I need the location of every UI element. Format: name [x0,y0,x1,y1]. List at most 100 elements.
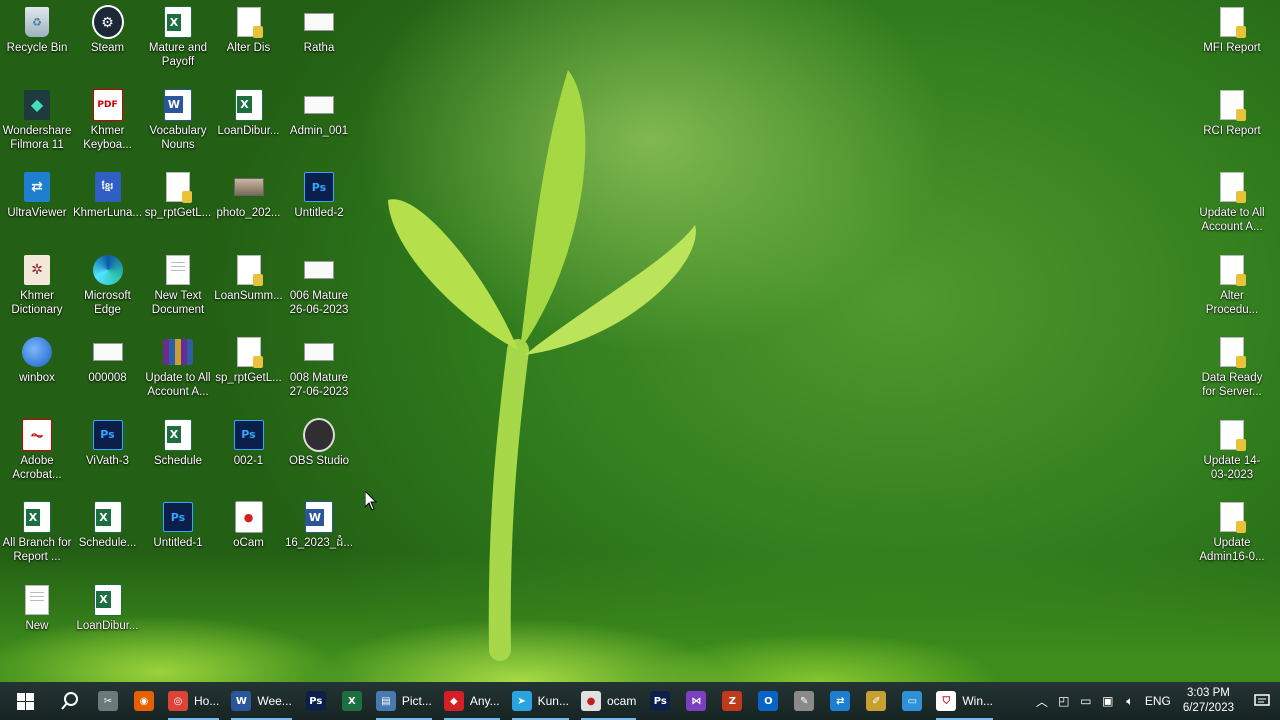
sql-file-icon [162,171,194,203]
network-icon[interactable]: ▣ [1097,682,1119,720]
desktop-icon-label: Update to All Account A... [1199,207,1265,233]
desktop-icon[interactable]: LoanSumm... [213,254,285,303]
taskbar-app-button[interactable]: Z [714,682,750,720]
taskbar-app-button[interactable]: ✎ [786,682,822,720]
steam-icon: ⚙ [91,5,124,39]
desktop-icon[interactable]: sp_rptGetL... [213,336,285,385]
desktop-icon[interactable]: X Schedule [142,418,214,468]
desktop-icon[interactable]: PDF Khmer Keyboa... [72,88,144,152]
edge-icon [92,254,124,286]
desktop-icon[interactable]: New [1,584,73,633]
desktop-icon[interactable]: Alter Procedu... [1196,254,1268,317]
taskbar-app-button[interactable]: ▭ [894,682,930,720]
desktop-icon[interactable]: ◆ Wondershare Filmora 11 [1,89,73,152]
taskbar-app-button[interactable]: ◆ Any... [438,682,506,720]
desktop-icon-label: Alter Dis [226,42,271,54]
desktop-icon[interactable]: ♻ Recycle Bin [1,6,73,55]
desktop-icon[interactable]: Update to All Account A... [1196,171,1268,234]
paint-icon: ✐ [866,691,887,711]
clock[interactable]: 3:03 PM 6/27/2023 [1183,682,1234,720]
desktop-icon[interactable]: X All Branch for Report ... [1,501,73,564]
desktop-icon[interactable]: New Text Document [142,254,214,317]
desktop-icon[interactable]: RCI Report [1196,89,1268,138]
desktop-icon-label: Untitled-1 [153,537,203,549]
taskbar-app-button[interactable]: ➤ Kun... [506,682,575,720]
language-indicator[interactable]: ENG [1141,682,1175,720]
desktop-icon-label: Khmer Dictionary [11,289,63,316]
taskbar-app-button[interactable]: ✐ [858,682,894,720]
desktop-icon[interactable]: Ps ViVath-3 [72,419,144,468]
taskbar-app-button[interactable]: ⇄ [822,682,858,720]
winbox-icon [21,336,53,368]
battery-icon[interactable]: ▭ [1075,682,1097,720]
desktop-icon[interactable]: X Mature and Payoff [142,6,214,69]
desktop-icon-label: Untitled-2 [294,207,344,219]
desktop-icon[interactable]: ⚙ Steam [72,5,144,55]
show-hidden-icons-button[interactable]: ︿ [1031,682,1053,720]
desktop-icon[interactable]: Data Ready for Server... [1196,336,1268,399]
desktop-icon[interactable]: W 16_2023_ដំ... [283,501,355,550]
excel-file-icon: X [21,501,53,533]
desktop-icon[interactable]: ⇄ UltraViewer [1,171,73,220]
desktop-icon[interactable]: photo_202... [213,171,285,220]
desktop-icon[interactable]: Update to All Account A... [142,336,214,399]
desktop-icon[interactable]: Microsoft Edge [72,254,144,317]
sql-file-icon [1216,419,1248,451]
desktop-icon[interactable]: ✲ Khmer Dictionary [1,254,73,317]
desktop-icon[interactable]: MFI Report [1196,6,1268,55]
desktop-icon[interactable]: ⏦ Adobe Acrobat... [1,418,73,482]
taskbar-app-button[interactable]: ◉ [126,682,162,720]
desktop-icon[interactable]: Ps Untitled-1 [142,501,214,550]
desktop-icon-label: oCam [233,537,264,549]
desktop-icon[interactable]: Admin_001 [283,89,355,138]
photoshop-file-icon: Ps [162,501,194,533]
snipping-tool-icon: ✂ [98,691,118,711]
chrome-icon: ◎ [168,691,188,711]
desktop-icon-label: 008 Mature 27-06-2023 [289,372,349,398]
taskbar-app-button[interactable]: W Wee... [225,682,297,720]
photoshop-icon: Ps [305,691,326,711]
taskbar-app-button[interactable]: O [750,682,786,720]
desktop-icon[interactable]: Ratha [283,6,355,55]
desktop-icon[interactable]: ● oCam [213,501,285,550]
clock-date: 6/27/2023 [1182,702,1234,714]
desktop-icon[interactable]: Ps 002-1 [213,419,285,468]
desktop-icon-label: sp_rptGetL... [215,372,282,384]
desktop-icon[interactable]: 006 Mature 26-06-2023 [283,254,355,317]
start-button[interactable] [0,682,50,720]
tray-meet-icon[interactable]: ◰ [1053,682,1075,720]
desktop-icon[interactable]: ខ្មែរ KhmerLuna... [72,171,144,220]
sql-file-icon [1216,89,1248,121]
desktop-icon[interactable]: winbox [1,336,73,385]
blank-file-icon [303,89,335,121]
desktop-icon[interactable]: OBS Studio [283,417,355,468]
search-button[interactable] [50,682,90,720]
desktop-icon[interactable]: sp_rptGetL... [142,171,214,220]
taskbar-app-button[interactable]: ⛉ Win... [930,682,999,720]
desktop-icon-label: Admin_001 [289,124,349,137]
taskbar-app-button[interactable]: Ps [298,682,334,720]
taskbar-app-button[interactable]: X [334,682,370,720]
taskbar-app-button[interactable]: Ps [642,682,678,720]
desktop-icon[interactable]: X LoanDibur... [72,583,144,633]
taskbar-app-button[interactable]: ◎ Ho... [162,682,225,720]
desktop-icon[interactable]: Alter Dis [213,6,285,55]
volume-icon[interactable]: 🔈︎ [1119,682,1141,720]
ultraviewer-icon: ⇄ [830,691,851,711]
desktop-icon[interactable]: X Schedule... [72,501,144,550]
taskbar-app-button[interactable]: ⋈ [678,682,714,720]
desktop-icon-label: OBS Studio [288,454,350,467]
firefox-icon: ◉ [134,691,154,711]
dictionary-icon: ✲ [21,254,53,286]
taskbar-app-button[interactable]: ✂ [90,682,126,720]
taskbar-app-button[interactable]: ● ocam [575,682,642,720]
desktop-icon[interactable]: W Vocabulary Nouns [142,88,214,152]
desktop-icon[interactable]: Update 14-03-2023 [1196,419,1268,482]
desktop-icon[interactable]: Update Admin16-0... [1196,501,1268,564]
desktop-icon[interactable]: Ps Untitled-2 [283,171,355,220]
taskbar-app-button[interactable]: ▤ Pict... [370,682,438,720]
action-center-button[interactable] [1244,682,1280,720]
desktop-icon[interactable]: 000008 [72,336,144,385]
desktop-icon[interactable]: 008 Mature 27-06-2023 [283,336,355,399]
desktop-icon[interactable]: X LoanDibur... [213,88,285,138]
